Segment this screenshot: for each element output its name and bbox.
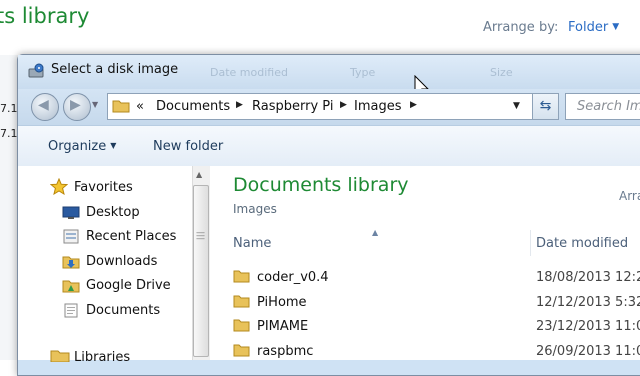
disk-icon: [28, 63, 44, 78]
scroll-up-icon[interactable]: ▲: [196, 170, 202, 179]
sort-ascending-icon: ▲: [372, 228, 379, 237]
breadcrumb-documents[interactable]: Documents: [156, 99, 230, 114]
sidebar-item-label: Documents: [86, 303, 161, 318]
documents-icon: [64, 303, 78, 318]
column-divider[interactable]: [530, 230, 531, 256]
refresh-icon: ⇆: [539, 98, 552, 114]
chevron-right-icon[interactable]: ▶: [236, 100, 243, 110]
library-title: Documents library: [233, 174, 409, 196]
file-name[interactable]: PiHome: [257, 295, 307, 310]
dialog-title: Select a disk image: [51, 62, 179, 77]
new-folder-button[interactable]: New folder: [153, 139, 223, 154]
favorites-header[interactable]: Favorites: [74, 180, 133, 195]
arrange-by-value: Folder: [568, 20, 609, 35]
star-icon: [50, 178, 68, 195]
google-drive-icon: [62, 280, 80, 293]
folder-icon: [233, 295, 250, 308]
column-header-name[interactable]: Name: [233, 236, 271, 251]
back-arrow-icon: ◀: [38, 97, 49, 113]
folder-icon: [112, 100, 130, 113]
library-subtitle: Images: [233, 202, 277, 216]
file-date: 12/12/2013 5:32 P: [536, 295, 640, 310]
ghost-header: Date modified: [210, 66, 288, 79]
sidebar-item-label: Desktop: [86, 205, 140, 220]
column-header-date-modified[interactable]: Date modified: [536, 236, 628, 251]
scrollbar-thumb[interactable]: [193, 185, 209, 357]
folder-icon: [233, 319, 250, 332]
sidebar-item-label: Downloads: [86, 254, 158, 269]
refresh-button[interactable]: ⇆: [532, 93, 559, 120]
background-library-title: ts library: [0, 4, 90, 28]
sidebar-item-label: Google Drive: [86, 278, 171, 293]
arrange-by-label: Arrange by:: [483, 20, 559, 35]
file-name[interactable]: raspbmc: [257, 344, 313, 359]
file-name[interactable]: coder_v0.4: [257, 270, 329, 285]
file-name[interactable]: PIMAME: [257, 319, 308, 334]
ghost-header: Type: [350, 66, 376, 79]
chevron-right-icon[interactable]: ▶: [340, 100, 347, 110]
scrollbar-grip-icon: — — —: [196, 228, 205, 244]
chevron-down-icon: ▼: [110, 141, 117, 150]
folder-icon: [233, 344, 250, 357]
breadcrumb-raspberry-pi[interactable]: Raspberry Pi: [252, 99, 333, 114]
organize-label: Organize: [48, 139, 107, 154]
forward-button[interactable]: ▶: [63, 93, 91, 121]
arrange-by-dropdown[interactable]: Folder ▼: [568, 20, 619, 35]
libraries-header[interactable]: Libraries: [74, 350, 130, 365]
chevron-down-icon: ▼: [612, 22, 620, 32]
organize-button[interactable]: Organize ▼: [48, 139, 116, 154]
file-date: 18/08/2013 12:22: [536, 270, 640, 285]
back-button[interactable]: ◀: [31, 93, 59, 121]
desktop-icon: [62, 206, 80, 219]
address-dropdown-icon[interactable]: ▼: [513, 101, 520, 111]
breadcrumb-overflow[interactable]: «: [136, 99, 144, 114]
arrange-by-fragment[interactable]: Arra: [619, 189, 640, 203]
forward-arrow-icon: ▶: [70, 97, 81, 113]
sidebar-item-label: Recent Places: [86, 229, 177, 244]
folder-icon: [233, 270, 250, 283]
ghost-header: Size: [490, 66, 513, 79]
search-placeholder: Search Im: [577, 99, 640, 114]
file-date: 23/12/2013 11:03: [536, 319, 640, 334]
recent-locations-dropdown[interactable]: ▼: [92, 100, 98, 109]
downloads-icon: [62, 256, 80, 269]
chevron-right-icon[interactable]: ▶: [410, 100, 417, 110]
file-date: 26/09/2013 11:03: [536, 344, 640, 359]
recent-places-icon: [63, 229, 79, 244]
breadcrumb-images[interactable]: Images: [354, 99, 402, 114]
